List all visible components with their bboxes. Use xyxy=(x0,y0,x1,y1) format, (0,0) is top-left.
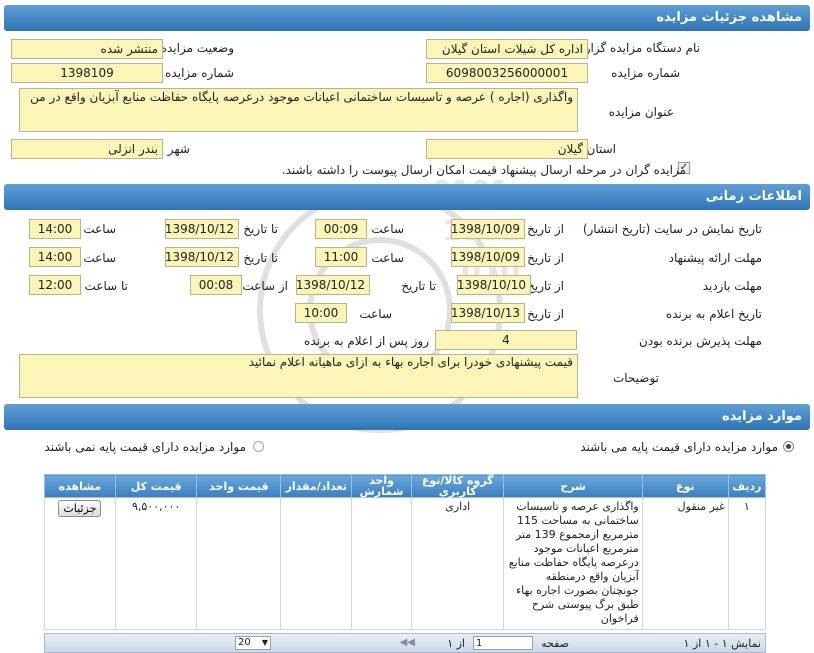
visit-to-label: تا تاریخ xyxy=(401,279,436,293)
page-size-value: 20 xyxy=(238,637,251,648)
visit-label: مهلت بازدید xyxy=(702,279,762,293)
pager-display-info: نمایش ۱ - ۱ از ۱ xyxy=(683,637,761,650)
table-row: ۱ غیر منقول واگذاری عرصه و تاسیسات ساختم… xyxy=(44,497,767,630)
cell-view: جزئیات xyxy=(44,497,116,630)
winner-label: تاریخ اعلام به برنده xyxy=(665,307,762,321)
cell-qty xyxy=(280,497,353,630)
cell-desc: واگذاری عرصه و تاسیسات ساختمانی به مساحت… xyxy=(503,497,643,630)
radio-dot xyxy=(786,444,791,449)
visit-to-date: 1398/10/12 xyxy=(296,275,370,295)
display-from-time: 00:09 xyxy=(315,219,367,239)
time-section-bar: اطلاعات زمانی xyxy=(4,184,810,210)
table-header-row: ردیف نوع شرح گروه کالا/نوع کاربری واحد ش… xyxy=(44,474,767,498)
page-size-select[interactable]: 20 ▼ xyxy=(235,636,271,650)
col-qty: تعداد/مقدار xyxy=(280,474,353,498)
radio-with-base-label: موارد مزایده دارای قیمت پایه می باشند xyxy=(580,440,778,454)
offer-from-date: 1398/10/09 xyxy=(451,247,525,267)
display-to-time: 14:00 xyxy=(29,219,81,239)
col-type: نوع xyxy=(641,474,729,498)
cell-type: غیر منقول xyxy=(641,497,729,630)
pager-page-label: صفحه xyxy=(541,637,569,650)
attachment-checkbox-label: مزایده گران در مرحله ارسال پیشنهاد قیمت … xyxy=(281,163,686,177)
visit-to-time: 12:00 xyxy=(29,275,81,295)
cell-unit xyxy=(351,497,412,630)
number-field: 6098003256000001 xyxy=(426,63,588,83)
col-unit-price: قیمت واحد xyxy=(196,474,282,498)
number-label: شماره مزایده xyxy=(611,66,680,80)
visit-from-time: 00:08 xyxy=(190,275,242,295)
col-view: مشاهده xyxy=(44,474,116,498)
offer-to-label: تا تاریخ xyxy=(243,251,278,265)
province-field: گیلان xyxy=(426,139,588,159)
offer-to-time-label: ساعت xyxy=(83,251,116,265)
accept-suffix: روز پس از اعلام به برنده xyxy=(304,334,429,348)
ref-field: 1398109 xyxy=(11,63,163,83)
radio-without-base-price[interactable] xyxy=(253,441,264,452)
description-label: توضیحات xyxy=(612,371,659,385)
subject-label: عنوان مزایده xyxy=(608,105,674,119)
winner-time: 10:00 xyxy=(295,303,347,323)
pager-of-label: از ۱ xyxy=(447,637,465,650)
cell-row: ۱ xyxy=(727,497,767,630)
winner-date: 1398/10/13 xyxy=(451,303,525,323)
winner-time-label: ساعت xyxy=(359,307,392,321)
page-title: مشاهده جزئیات مزایده xyxy=(656,10,802,25)
visit-from-label: از تاریخ xyxy=(527,279,564,293)
visit-from-time-label: از ساعت xyxy=(242,279,288,293)
subject-field: واگذاری (اجاره ) عرصه و تاسیسات ساختمانی… xyxy=(19,88,578,132)
radio-without-base-label: موارد مزایده دارای قیمت پایه نمی باشند xyxy=(44,440,246,454)
winner-from-label: از تاریخ xyxy=(527,307,564,321)
offer-from-time: 11:00 xyxy=(315,247,367,267)
items-section-title: موارد مزایده xyxy=(722,409,802,424)
cell-group: اداری xyxy=(410,497,505,630)
col-group: گروه کالا/نوع کاربری xyxy=(410,474,505,498)
display-to-date: 1398/10/12 xyxy=(165,219,239,239)
org-label: نام دستگاه مزایده گزار xyxy=(584,41,700,55)
col-row: ردیف xyxy=(727,474,767,498)
org-field: اداره کل شیلات استان گیلان xyxy=(426,39,588,59)
display-to-time-label: ساعت xyxy=(83,222,116,236)
cell-total-price: ۹,۵۰۰,۰۰۰ xyxy=(114,497,198,630)
time-section-title: اطلاعات زمانی xyxy=(705,189,802,204)
offer-from-time-label: ساعت xyxy=(371,251,404,265)
offer-to-date: 1398/10/12 xyxy=(165,247,239,267)
city-label: شهر xyxy=(167,142,190,156)
city-field: بندر انزلی xyxy=(11,139,163,159)
radio-with-base-price[interactable] xyxy=(783,441,794,452)
visit-from-date: 1398/10/10 xyxy=(457,275,531,295)
visit-to-time-label: تا ساعت xyxy=(84,279,128,293)
chevron-down-icon: ▼ xyxy=(261,638,268,647)
col-unit: واحد شمارش xyxy=(351,474,412,498)
status-field: منتشر شده xyxy=(11,39,163,59)
cell-unit-price xyxy=(196,497,282,630)
display-to-label: تا تاریخ xyxy=(243,222,278,236)
display-from-label: از تاریخ xyxy=(527,222,564,236)
offer-label: مهلت ارائه پیشنهاد xyxy=(668,251,762,265)
pager-page-input[interactable]: 1 xyxy=(473,636,533,650)
items-section-bar: موارد مزایده xyxy=(4,404,810,430)
col-desc: شرح xyxy=(503,474,643,498)
pager: نمایش ۱ - ۱ از ۱ صفحه 1 از ۱ ◀◀ 20 ▼ xyxy=(44,633,766,653)
items-table: ردیف نوع شرح گروه کالا/نوع کاربری واحد ش… xyxy=(44,474,767,630)
col-total-price: قیمت کل xyxy=(114,474,198,498)
description-field: قیمت پیشنهادی خودرا برای اجاره بهاء به ا… xyxy=(19,354,578,398)
offer-from-label: از تاریخ xyxy=(527,251,564,265)
display-from-date: 1398/10/09 xyxy=(451,219,525,239)
pager-prev-icon[interactable]: ◀◀ xyxy=(400,637,415,648)
accept-label: مهلت پذیرش برنده بودن xyxy=(639,334,762,348)
display-from-time-label: ساعت xyxy=(371,222,404,236)
accept-days: 4 xyxy=(435,330,577,350)
display-date-label: تاریخ نمایش در سایت (تاریخ انتشار) xyxy=(582,222,762,236)
offer-to-time: 14:00 xyxy=(29,247,81,267)
province-label: استان xyxy=(586,142,616,156)
details-button[interactable]: جزئیات xyxy=(58,500,102,517)
status-label: وضعیت مزایده xyxy=(160,41,234,55)
page-title-bar: مشاهده جزئیات مزایده xyxy=(4,5,810,31)
